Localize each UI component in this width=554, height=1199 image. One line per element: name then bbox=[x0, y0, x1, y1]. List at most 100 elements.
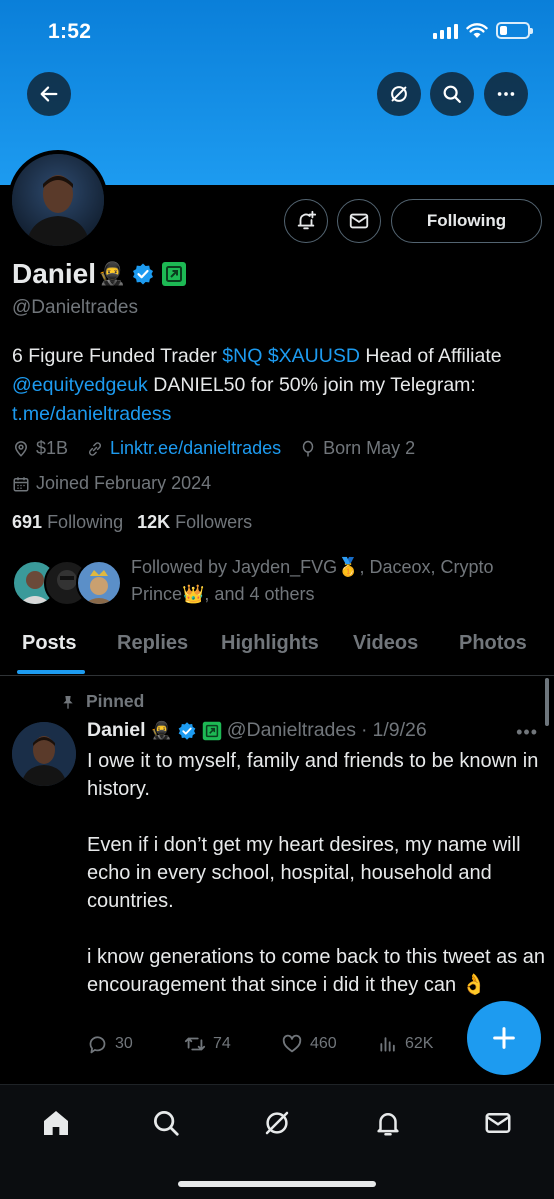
profile-website-link[interactable]: Linktr.ee/danieltrades bbox=[110, 438, 281, 459]
message-button[interactable] bbox=[337, 199, 381, 243]
profile-name: Daniel bbox=[12, 258, 97, 289]
profile-joined: Joined February 2024 bbox=[12, 473, 211, 494]
followers-label: Followers bbox=[175, 512, 253, 532]
post-more-icon[interactable]: ••• bbox=[516, 722, 538, 743]
status-time: 1:52 bbox=[48, 20, 92, 43]
reply-button[interactable]: 30 bbox=[87, 1033, 184, 1055]
wifi-icon bbox=[466, 22, 488, 38]
nav-grok[interactable] bbox=[257, 1103, 297, 1143]
post-actions: 30 74 460 62K bbox=[87, 1033, 487, 1055]
post-author-avatar[interactable] bbox=[12, 722, 76, 786]
bio-text: Head of Affiliate bbox=[359, 345, 502, 367]
repost-icon bbox=[184, 1037, 206, 1051]
cellular-signal-icon bbox=[433, 23, 458, 39]
search-button[interactable] bbox=[430, 72, 474, 116]
tab-highlights[interactable]: Highlights bbox=[221, 632, 319, 655]
following-button-label: Following bbox=[426, 211, 507, 230]
profile-counts: 691 Following 12K Followers bbox=[12, 512, 252, 533]
profile-website[interactable]: Linktr.ee/danieltrades bbox=[86, 438, 281, 459]
post-separator: · bbox=[360, 719, 368, 741]
profile-joined-row: Joined February 2024 bbox=[12, 473, 229, 494]
notify-button[interactable] bbox=[284, 199, 328, 243]
bio-cashtag-nq[interactable]: $NQ bbox=[222, 345, 262, 367]
bio-text: DANIEL50 for 50% join my Telegram: bbox=[147, 374, 476, 396]
tab-photos[interactable]: Photos bbox=[459, 632, 527, 655]
status-icons bbox=[433, 22, 533, 39]
link-icon bbox=[89, 441, 102, 456]
followed-by-text[interactable]: Followed by Jayden_FVG🥇, Daceox, Crypto … bbox=[131, 554, 541, 608]
following-count: 691 bbox=[12, 512, 43, 532]
search-icon bbox=[154, 1111, 179, 1136]
profile-location: $1B bbox=[12, 438, 68, 459]
grok-icon bbox=[265, 1111, 289, 1135]
verified-badge-icon[interactable] bbox=[131, 262, 155, 286]
compose-post-button[interactable] bbox=[467, 1001, 541, 1075]
like-button[interactable]: 460 bbox=[281, 1033, 378, 1055]
post-author-handle[interactable]: @Danieltrades bbox=[227, 719, 356, 742]
bio-telegram-link[interactable]: t.me/danieltradess bbox=[12, 403, 171, 425]
tab-videos[interactable]: Videos bbox=[353, 632, 418, 655]
post-text[interactable]: I owe it to myself, family and friends t… bbox=[87, 747, 549, 999]
affiliate-badge-icon[interactable] bbox=[161, 261, 187, 287]
following-button[interactable]: Following bbox=[391, 199, 542, 243]
nav-search[interactable] bbox=[146, 1103, 186, 1143]
post-date[interactable]: 1/9/26 bbox=[372, 719, 426, 742]
bio-mention[interactable]: @equityedgeuk bbox=[12, 374, 148, 396]
repost-count: 74 bbox=[213, 1035, 231, 1052]
search-icon bbox=[443, 85, 461, 103]
more-options-button[interactable] bbox=[484, 72, 528, 116]
bio-cashtag-xauusd[interactable]: $XAUUSD bbox=[268, 345, 360, 367]
scrollbar[interactable] bbox=[545, 678, 549, 726]
following-label: Following bbox=[47, 512, 124, 532]
profile-avatar[interactable] bbox=[8, 150, 108, 250]
profile-handle: @Danieltrades bbox=[12, 297, 138, 318]
followers-count: 12K bbox=[137, 512, 171, 532]
profile-name-row: Daniel 🥷 bbox=[12, 258, 187, 290]
reply-count: 30 bbox=[115, 1035, 133, 1052]
envelope-icon bbox=[349, 213, 369, 229]
nav-notifications[interactable] bbox=[368, 1103, 408, 1143]
profile-bio: 6 Figure Funded Trader $NQ $XAUUSD Head … bbox=[12, 342, 542, 429]
nav-messages[interactable] bbox=[478, 1103, 518, 1143]
active-tab-indicator bbox=[17, 670, 85, 674]
heart-icon bbox=[282, 1034, 302, 1053]
pinned-text: Pinned bbox=[86, 691, 145, 711]
profile-tabs: Posts Replies Highlights Videos Photos bbox=[0, 620, 554, 676]
messages-icon bbox=[485, 1113, 511, 1133]
home-icon bbox=[44, 1111, 68, 1135]
calendar-icon bbox=[13, 476, 29, 491]
post-header: Daniel 🥷 @Danieltrades · 1/9/26 bbox=[87, 719, 427, 742]
avatar bbox=[76, 560, 122, 606]
profile-birthday: Born May 2 bbox=[299, 438, 415, 459]
repost-button[interactable]: 74 bbox=[184, 1033, 281, 1055]
views-button[interactable]: 62K bbox=[378, 1033, 475, 1055]
nav-home[interactable] bbox=[36, 1103, 76, 1143]
bio-text: 6 Figure Funded Trader bbox=[12, 345, 223, 367]
following-count-link[interactable]: 691 Following bbox=[12, 512, 123, 533]
tab-posts[interactable]: Posts bbox=[22, 632, 76, 655]
profile-location-text: $1B bbox=[36, 438, 69, 458]
grok-icon bbox=[391, 86, 407, 102]
tab-replies[interactable]: Replies bbox=[117, 632, 188, 655]
post-author-name[interactable]: Daniel bbox=[87, 719, 146, 742]
notifications-icon bbox=[377, 1113, 399, 1136]
verified-badge-icon[interactable] bbox=[177, 721, 197, 741]
bell-plus-icon bbox=[297, 210, 317, 230]
profile-meta-row: $1B Linktr.ee/danieltrades Born May 2 bbox=[12, 438, 433, 459]
pin-icon bbox=[63, 695, 73, 709]
status-bar: 1:52 bbox=[0, 0, 554, 66]
location-pin-icon bbox=[14, 440, 28, 457]
home-indicator[interactable] bbox=[178, 1181, 376, 1187]
reply-icon bbox=[89, 1035, 106, 1053]
battery-icon bbox=[496, 22, 533, 39]
back-button[interactable] bbox=[27, 72, 71, 116]
pinned-label: Pinned bbox=[60, 691, 144, 712]
like-count: 460 bbox=[310, 1035, 337, 1052]
followed-by-avatars[interactable] bbox=[12, 560, 122, 606]
grok-button[interactable] bbox=[377, 72, 421, 116]
post-author-emoji: 🥷 bbox=[150, 720, 172, 740]
affiliate-badge-icon[interactable] bbox=[202, 721, 222, 741]
followers-count-link[interactable]: 12K Followers bbox=[137, 512, 252, 533]
views-chart-icon bbox=[380, 1037, 395, 1052]
balloon-icon bbox=[302, 440, 314, 456]
